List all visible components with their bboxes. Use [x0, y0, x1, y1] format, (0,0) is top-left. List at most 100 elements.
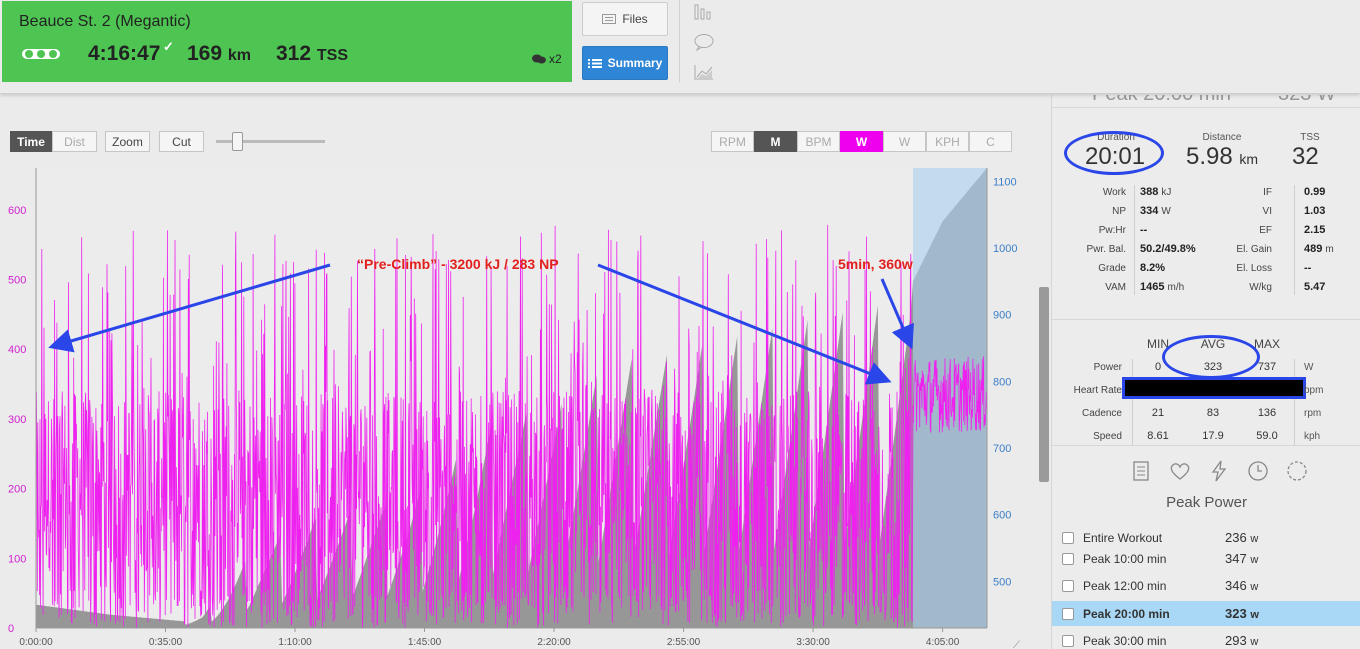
- channel-w[interactable]: W: [883, 131, 926, 152]
- summary-button[interactable]: Summary: [582, 46, 668, 80]
- tss-unit: TSS: [316, 47, 349, 64]
- minmax-unit: bpm: [1304, 385, 1324, 396]
- trend-chart-icon[interactable]: [693, 63, 715, 81]
- minmax-min: 0: [1154, 361, 1162, 373]
- metric-number: 1.03: [1304, 205, 1326, 217]
- summary-label: Summary: [607, 56, 663, 70]
- channel-bpm[interactable]: BPM: [797, 131, 840, 152]
- channel-kph[interactable]: KPH: [926, 131, 969, 152]
- channel-rpm[interactable]: RPM: [711, 131, 754, 152]
- row-checkbox[interactable]: [1062, 634, 1074, 647]
- minmax-unit: rpm: [1304, 408, 1322, 419]
- workout-distance: 169 km: [187, 42, 251, 66]
- left-tick-label: 600: [8, 205, 26, 217]
- metric-unit: kJ: [1161, 187, 1172, 198]
- minmax-label: Speed: [1093, 431, 1122, 442]
- heart-icon[interactable]: [1168, 459, 1192, 483]
- metric-number: 0.99: [1304, 186, 1326, 198]
- peak-value: 347 w: [1225, 551, 1258, 566]
- x-tick-label: 1:10:00: [278, 637, 312, 648]
- row-checkbox[interactable]: [1062, 579, 1074, 592]
- right-tick-label: 900: [993, 310, 1011, 322]
- row-checkbox[interactable]: [1062, 607, 1074, 620]
- comment-icon[interactable]: [693, 33, 715, 51]
- left-tick-label: 500: [8, 275, 26, 287]
- row-checkbox[interactable]: [1062, 531, 1074, 544]
- files-label: Files: [622, 12, 648, 26]
- workout-card[interactable]: Beauce St. 2 (Megantic) 4:16:47 ✓ 169 km…: [2, 1, 572, 82]
- minmax-label: Cadence: [1081, 408, 1122, 419]
- zoom-slider-thumb[interactable]: [232, 132, 243, 151]
- summary-panel: Peak 20:00 min 323 W Duration 20:01 Dist…: [1051, 95, 1360, 649]
- time-toggle[interactable]: Time: [10, 131, 52, 152]
- divider: [679, 0, 680, 82]
- zoom-button[interactable]: Zoom: [105, 131, 150, 152]
- dist-toggle[interactable]: Dist: [52, 131, 97, 152]
- peak-power-row[interactable]: Peak 12:00 min 346 w: [1052, 573, 1360, 598]
- metric-number: 388: [1140, 186, 1159, 198]
- peak-power-row[interactable]: Peak 20:00 min 323 w: [1052, 601, 1360, 626]
- files-button[interactable]: Files: [582, 2, 668, 36]
- metric-label: EF: [1259, 225, 1272, 236]
- metric-value: 2.15: [1304, 224, 1325, 236]
- peak-label: Peak 10:00 min: [1083, 551, 1167, 566]
- metric-value: 334 W: [1140, 205, 1171, 217]
- channel-m[interactable]: M: [754, 131, 797, 152]
- circle-icon[interactable]: [1285, 459, 1309, 483]
- right-tick-label: 500: [993, 576, 1011, 588]
- divider: [1294, 359, 1295, 445]
- tss-value: 312: [276, 42, 312, 65]
- right-tick-label: 1100: [993, 176, 1017, 188]
- resize-handle[interactable]: ⟋: [1013, 640, 1020, 649]
- minmax-unit: W: [1304, 362, 1314, 373]
- metric-label: Grade: [1098, 263, 1126, 274]
- distance-unit: km: [227, 47, 252, 64]
- metric-number: 5.47: [1304, 281, 1326, 293]
- metric-value: 5.47: [1304, 281, 1325, 293]
- cut-button[interactable]: Cut: [159, 131, 204, 152]
- highlight-circle: [1064, 131, 1164, 175]
- metric-value: --: [1304, 262, 1311, 274]
- metric-number: 1465: [1140, 281, 1165, 293]
- minmax-max: 136: [1257, 407, 1277, 419]
- peak-unit: w: [1250, 636, 1259, 648]
- peak-value: 323 w: [1225, 606, 1259, 621]
- metric-value: 388 kJ: [1140, 186, 1171, 198]
- metric-value: 1465 m/h: [1140, 281, 1184, 293]
- comments-indicator[interactable]: x2: [532, 52, 562, 66]
- metric-number: 489: [1304, 243, 1323, 255]
- row-checkbox[interactable]: [1062, 552, 1074, 565]
- distance-number: 5.98: [1186, 143, 1233, 170]
- lightning-icon[interactable]: [1207, 459, 1231, 483]
- minmax-label: Power: [1093, 362, 1122, 373]
- scrollbar[interactable]: [1039, 287, 1049, 482]
- workout-tss: 312 TSS: [276, 42, 348, 66]
- minmax-min: 21: [1151, 407, 1165, 419]
- minmax-max: 59.0: [1256, 430, 1278, 442]
- peak-unit: w: [1250, 581, 1259, 593]
- top-bar: Beauce St. 2 (Megantic) 4:16:47 ✓ 169 km…: [0, 0, 1360, 94]
- peak-power-row[interactable]: Peak 10:00 min 347 w: [1052, 546, 1360, 571]
- document-icon[interactable]: [1129, 459, 1153, 483]
- peak-unit: w: [1250, 609, 1259, 621]
- peak-value: 293 w: [1225, 633, 1258, 648]
- redaction-box: [1122, 377, 1306, 399]
- peak-label: Peak 20:00 min: [1083, 606, 1170, 621]
- power-chart[interactable]: 0 100 200 300 400 500 600 500 600 700 800 900 1000 11…: [0, 160, 1030, 649]
- peak-number: 323: [1225, 606, 1247, 621]
- metric-value: 489 m: [1304, 243, 1334, 255]
- minmax-min: 8.61: [1147, 430, 1169, 442]
- comments-count: x2: [549, 52, 562, 66]
- peak-header-label: Peak 20:00 min: [1092, 95, 1231, 106]
- divider: [1134, 185, 1135, 295]
- distance-value: 5.98 km: [1186, 143, 1258, 171]
- divider: [1052, 319, 1360, 320]
- clock-icon[interactable]: [1246, 459, 1270, 483]
- channel-c[interactable]: C: [969, 131, 1012, 152]
- x-tick-label: 4:05:00: [926, 637, 960, 648]
- tss-label: TSS: [1300, 132, 1320, 143]
- bar-chart-icon[interactable]: [693, 3, 715, 21]
- peak-power-row[interactable]: Peak 30:00 min 293 w: [1052, 628, 1360, 649]
- channel-w-power[interactable]: W: [840, 131, 883, 152]
- list-icon: [587, 59, 602, 68]
